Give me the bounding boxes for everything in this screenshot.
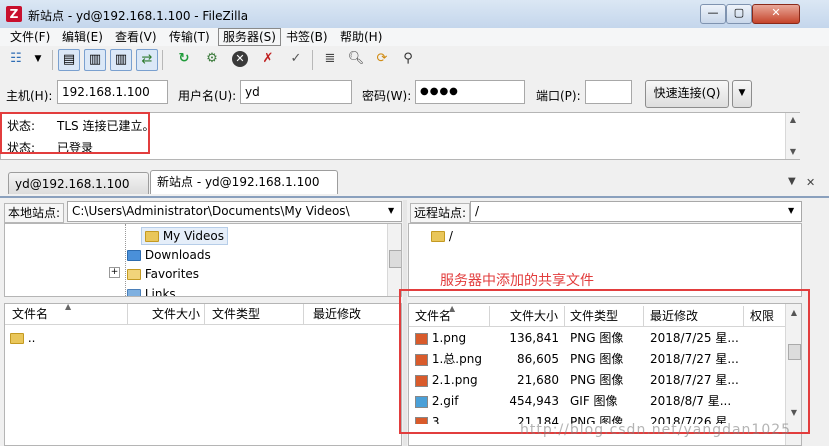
menu-file[interactable]: 文件(F): [6, 28, 54, 46]
menu-help[interactable]: 帮助(H): [336, 28, 386, 46]
tree-item-label: Links: [144, 287, 176, 297]
tab-close-icon[interactable]: ✕: [806, 176, 815, 189]
log-highlight-box: [0, 112, 150, 154]
filezilla-app-icon: Z: [6, 6, 22, 22]
local-tree: My Videos Downloads + Favorites Links: [4, 223, 402, 297]
remote-tree-icon[interactable]: ▥: [110, 49, 132, 71]
local-path-dropdown-icon[interactable]: ▼: [388, 206, 394, 215]
toolbar-separator: [162, 50, 163, 70]
local-path-input[interactable]: C:\Users\Administrator\Documents\My Vide…: [67, 201, 402, 222]
sync-browse-icon[interactable]: ⟳: [372, 49, 392, 69]
remote-path-input[interactable]: /: [470, 201, 802, 222]
menu-server[interactable]: 服务器(S): [218, 28, 281, 46]
tree-item-label: /: [448, 229, 453, 243]
port-label: 端口(P):: [536, 89, 581, 103]
tree-item-label: Downloads: [144, 248, 211, 262]
favorites-folder-icon: [127, 269, 141, 280]
reconnect-icon[interactable]: ✓: [286, 49, 306, 69]
tab-yd-connection[interactable]: yd@192.168.1.100: [8, 172, 149, 194]
remote-site-label: 远程站点:: [410, 203, 471, 223]
password-input[interactable]: ●●●●: [415, 80, 525, 104]
list-item-parent[interactable]: ..: [10, 328, 35, 349]
host-label: 主机(H):: [6, 89, 53, 103]
username-input[interactable]: yd: [240, 80, 352, 104]
remote-highlight-box: [399, 289, 810, 434]
col-filetype[interactable]: 文件类型: [212, 304, 260, 324]
scroll-down-icon[interactable]: ▼: [786, 147, 800, 156]
refresh-icon[interactable]: ↻: [174, 49, 194, 69]
filter-icon[interactable]: ≣: [320, 49, 340, 69]
quickconnect-bar: 主机(H): 192.168.1.100 用户名(U): yd 密码(W): ●…: [0, 76, 829, 110]
log-scrollbar[interactable]: ▲ ▼: [785, 113, 800, 159]
tab-list-icon[interactable]: ▼: [788, 176, 796, 187]
local-tree-scrollbar[interactable]: [387, 224, 401, 296]
search-icon[interactable]: ⚲: [398, 49, 418, 69]
cancel-icon[interactable]: ✕: [232, 51, 248, 67]
menu-view[interactable]: 查看(V): [111, 28, 161, 46]
tree-item-links[interactable]: Links: [127, 286, 176, 297]
site-manager-icon[interactable]: ☷: [6, 49, 26, 69]
col-filesize[interactable]: 文件大小: [152, 304, 200, 324]
menu-transfer[interactable]: 传输(T): [165, 28, 214, 46]
message-log-icon[interactable]: ▤: [58, 49, 80, 71]
remote-path-bar: 远程站点: / ▼: [408, 200, 802, 224]
folder-icon: [10, 333, 24, 344]
local-site-label: 本地站点:: [4, 203, 65, 223]
tab-bar: yd@192.168.1.100 新站点 - yd@192.168.1.100 …: [0, 168, 829, 196]
scroll-thumb[interactable]: [389, 250, 401, 268]
tree-item-downloads[interactable]: Downloads: [127, 247, 211, 263]
menu-bar: 文件(F) 编辑(E) 查看(V) 传输(T) 服务器(S) 书签(B) 帮助(…: [0, 28, 829, 46]
port-input[interactable]: [585, 80, 632, 104]
folder-icon: [431, 231, 445, 242]
password-label: 密码(W):: [362, 89, 412, 103]
tree-item-label: Favorites: [144, 267, 200, 281]
quickconnect-button[interactable]: 快速连接(Q): [645, 80, 729, 108]
close-button[interactable]: ✕: [752, 4, 800, 24]
expand-icon[interactable]: +: [109, 267, 120, 278]
transfer-queue-icon[interactable]: ⇄: [136, 49, 158, 71]
tree-guide: [125, 224, 126, 296]
title-bar: Z 新站点 - yd@192.168.1.100 - FileZilla — ▢…: [0, 0, 829, 29]
minimize-button[interactable]: —: [700, 4, 726, 24]
scroll-up-icon[interactable]: ▲: [786, 115, 800, 124]
process-queue-icon[interactable]: ⚙: [202, 49, 222, 69]
tab-new-site[interactable]: 新站点 - yd@192.168.1.100: [150, 170, 338, 194]
tree-item-label: My Videos: [162, 229, 224, 243]
site-manager-dropdown-icon[interactable]: ▼: [28, 49, 48, 69]
column-divider[interactable]: [204, 304, 205, 324]
window-title: 新站点 - yd@192.168.1.100 - FileZilla: [28, 9, 249, 23]
sort-icon: ▲: [65, 303, 72, 311]
menu-edit[interactable]: 编辑(E): [58, 28, 107, 46]
quickconnect-dropdown-icon[interactable]: ▼: [732, 80, 752, 108]
downloads-folder-icon: [127, 250, 141, 261]
column-divider[interactable]: [127, 304, 128, 324]
menu-bookmarks[interactable]: 书签(B): [282, 28, 332, 46]
annotation-text: 服务器中添加的共享文件: [440, 273, 594, 289]
username-label: 用户名(U):: [178, 89, 237, 103]
column-divider[interactable]: [303, 304, 304, 324]
toolbar: ☷ ▼ ▤ ▥ ▥ ⇄ ↻ ⚙ ✕ ✗ ✓ ≣ 🔍︎ ⟳ ⚲: [0, 46, 829, 74]
local-path-bar: 本地站点: C:\Users\Administrator\Documents\M…: [4, 200, 402, 224]
col-filename[interactable]: 文件名: [12, 304, 48, 324]
maximize-button[interactable]: ▢: [726, 4, 752, 24]
tree-item-favorites[interactable]: Favorites: [127, 266, 199, 282]
toolbar-separator: [52, 50, 53, 70]
remote-path-dropdown-icon[interactable]: ▼: [788, 206, 794, 215]
disconnect-icon[interactable]: ✗: [258, 49, 278, 69]
tree-item-my-videos[interactable]: My Videos: [141, 227, 228, 245]
folder-icon: [145, 231, 159, 242]
host-input[interactable]: 192.168.1.100: [57, 80, 168, 104]
tree-item-root[interactable]: /: [431, 228, 453, 244]
local-tree-icon[interactable]: ▥: [84, 49, 106, 71]
links-folder-icon: [127, 289, 141, 296]
toolbar-separator: [312, 50, 313, 70]
compare-icon[interactable]: 🔍︎: [346, 49, 366, 69]
col-modified[interactable]: 最近修改: [313, 304, 361, 324]
tab-underline: [0, 196, 829, 198]
file-name: ..: [27, 331, 36, 345]
local-file-list: 文件名 ▲ 文件大小 文件类型 最近修改 ..: [4, 303, 402, 446]
watermark: http://blog.csdn.net/yangdan1025: [520, 422, 792, 438]
local-list-header: 文件名 ▲ 文件大小 文件类型 最近修改: [5, 304, 401, 325]
